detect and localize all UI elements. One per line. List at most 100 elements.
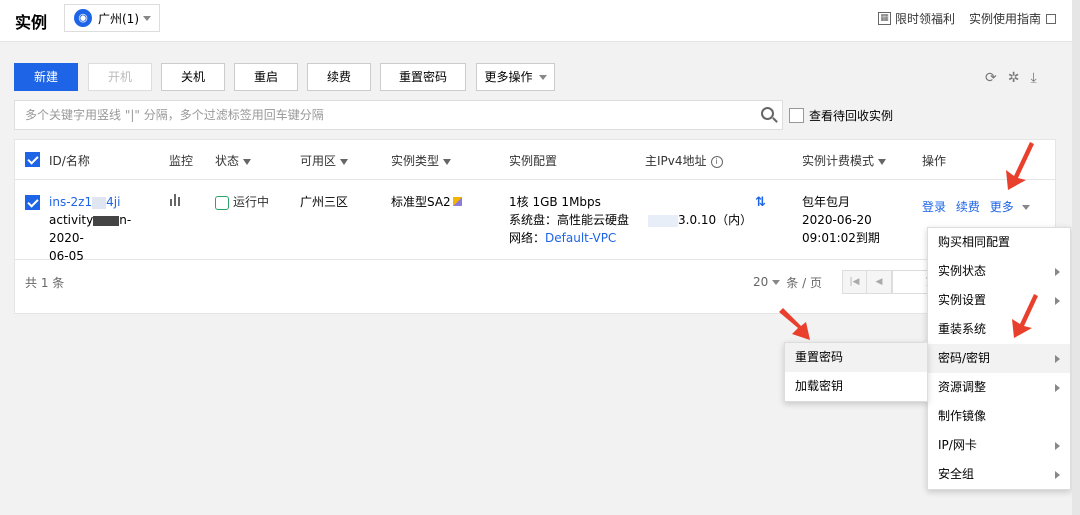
pagination: 20 条 / 页 |◀ ◀ 1 bbox=[753, 270, 942, 294]
guide-link[interactable]: 实例使用指南 bbox=[969, 10, 1041, 27]
type-text: 标准型SA2 bbox=[391, 195, 451, 209]
instance-id-tail[interactable]: 4ji bbox=[106, 195, 120, 209]
password-submenu: 重置密码 加载密钥 bbox=[784, 342, 928, 402]
annotation-arrow-icon bbox=[779, 308, 810, 340]
col-billing[interactable]: 实例计费模式 bbox=[802, 152, 887, 169]
menu-item-label: 制作镜像 bbox=[938, 409, 987, 423]
chevron-down-icon bbox=[538, 75, 547, 80]
billing-date: 2020-06-20 bbox=[802, 213, 872, 227]
filter-icon[interactable] bbox=[878, 158, 887, 165]
shutdown-button[interactable]: 关机 bbox=[161, 63, 225, 91]
col-id: ID/名称 bbox=[49, 154, 90, 168]
external-link-icon bbox=[1046, 13, 1056, 24]
menu-item-create-image[interactable]: 制作镜像 bbox=[928, 402, 1070, 431]
promo-link[interactable]: 限时领福利 bbox=[895, 10, 955, 27]
table-tools: ⟳ ✲ ⤓ bbox=[985, 70, 1037, 86]
annotation-arrow-icon bbox=[1006, 142, 1034, 190]
more-actions-button[interactable]: 更多操作 bbox=[476, 63, 555, 91]
instance-name-start: activity bbox=[49, 213, 94, 227]
menu-item-resource-adjust[interactable]: 资源调整 bbox=[928, 373, 1070, 402]
status-cell: 运行中 bbox=[215, 193, 269, 211]
filter-icon[interactable] bbox=[243, 158, 252, 165]
recycle-checkbox[interactable] bbox=[789, 108, 804, 123]
total-count: 共 1 条 bbox=[25, 276, 65, 290]
more-link[interactable]: 更多 bbox=[990, 200, 1014, 214]
settings-icon[interactable]: ✲ bbox=[1008, 70, 1020, 86]
page-title: 实例 bbox=[15, 13, 48, 32]
menu-item-label: 安全组 bbox=[938, 467, 975, 481]
page-size-select[interactable]: 20 bbox=[753, 275, 781, 289]
submenu-item-label: 加载密钥 bbox=[795, 379, 844, 393]
globe-icon: ◉ bbox=[74, 9, 92, 27]
ops-cell: 登录 续费 更多 bbox=[922, 198, 1030, 216]
restart-button[interactable]: 重启 bbox=[234, 63, 298, 91]
refresh-icon[interactable]: ⟳ bbox=[985, 70, 997, 86]
ip-action-icon[interactable]: ⇅ bbox=[755, 195, 766, 210]
chevron-down-icon bbox=[143, 16, 151, 21]
info-icon[interactable]: i bbox=[710, 155, 723, 168]
reset-password-button[interactable]: 重置密码 bbox=[380, 63, 466, 91]
filter-icon[interactable] bbox=[443, 158, 452, 165]
renew-link[interactable]: 续费 bbox=[956, 200, 980, 214]
zone-cell: 广州三区 bbox=[300, 195, 349, 209]
status-text: 运行中 bbox=[233, 195, 270, 209]
submenu-item-label: 重置密码 bbox=[795, 350, 844, 364]
chevron-right-icon bbox=[1055, 297, 1060, 305]
start-button[interactable]: 开机 bbox=[88, 63, 152, 91]
col-status-label: 状态 bbox=[215, 154, 240, 168]
vpc-link[interactable]: Default-VPC bbox=[545, 231, 616, 245]
search-box bbox=[14, 100, 783, 130]
submenu-item-reset-password[interactable]: 重置密码 bbox=[785, 343, 927, 372]
recycle-label: 查看待回收实例 bbox=[809, 109, 894, 123]
table-header: ID/名称 监控 状态 可用区 实例类型 实例配置 主IPv4地址 i 实例计费模… bbox=[15, 140, 1055, 180]
instance-table: ID/名称 监控 状态 可用区 实例类型 实例配置 主IPv4地址 i 实例计费模… bbox=[14, 139, 1056, 314]
redacted-mark bbox=[92, 196, 107, 209]
col-type[interactable]: 实例类型 bbox=[391, 152, 452, 169]
recycle-filter[interactable]: 查看待回收实例 bbox=[789, 107, 893, 124]
login-link[interactable]: 登录 bbox=[922, 200, 946, 214]
renew-button[interactable]: 续费 bbox=[307, 63, 371, 91]
top-bar: 实例 ◉ 广州(1) ▦ 限时领福利 实例使用指南 bbox=[0, 0, 1080, 42]
config-net-label: 网络： bbox=[509, 231, 546, 245]
menu-item-ip-nic[interactable]: IP/网卡 bbox=[928, 431, 1070, 460]
menu-item-label: 重装系统 bbox=[938, 322, 987, 336]
menu-item-instance-status[interactable]: 实例状态 bbox=[928, 257, 1070, 286]
instance-id-cell: ins-2z1 4ji activity n-2020- 06-05 bbox=[49, 193, 164, 265]
menu-item-reinstall[interactable]: 重装系统 bbox=[928, 315, 1070, 344]
menu-item-label: 购买相同配置 bbox=[938, 235, 1011, 249]
select-all-checkbox[interactable] bbox=[25, 152, 40, 167]
row-checkbox[interactable] bbox=[25, 195, 40, 210]
monitor-chart-icon[interactable] bbox=[170, 194, 180, 206]
col-billing-label: 实例计费模式 bbox=[802, 154, 875, 168]
col-status[interactable]: 状态 bbox=[215, 152, 252, 169]
first-page-button[interactable]: |◀ bbox=[841, 270, 867, 294]
annotation-arrow-icon bbox=[1012, 294, 1038, 338]
menu-item-label: IP/网卡 bbox=[938, 438, 977, 452]
ip-cell: 3.0.10（内） bbox=[648, 211, 752, 229]
region-selector[interactable]: ◉ 广州(1) bbox=[64, 4, 160, 32]
instance-id-link[interactable]: ins-2z1 bbox=[49, 195, 92, 209]
col-zone[interactable]: 可用区 bbox=[300, 152, 349, 169]
search-input[interactable] bbox=[15, 101, 745, 129]
col-zone-label: 可用区 bbox=[300, 154, 337, 168]
prev-page-button[interactable]: ◀ bbox=[866, 270, 892, 294]
more-actions-label: 更多操作 bbox=[484, 70, 533, 84]
chevron-down-icon[interactable] bbox=[1021, 205, 1030, 210]
col-type-label: 实例类型 bbox=[391, 154, 440, 168]
submenu-item-load-key[interactable]: 加载密钥 bbox=[785, 372, 927, 401]
chevron-right-icon bbox=[1055, 471, 1060, 479]
menu-item-security-group[interactable]: 安全组 bbox=[928, 460, 1070, 489]
menu-item-buy-same[interactable]: 购买相同配置 bbox=[928, 228, 1070, 257]
instance-type-badge-icon bbox=[452, 197, 462, 206]
create-button[interactable]: 新建 bbox=[14, 63, 78, 91]
menu-item-label: 实例状态 bbox=[938, 264, 987, 278]
menu-item-instance-settings[interactable]: 实例设置 bbox=[928, 286, 1070, 315]
qr-icon: ▦ bbox=[877, 12, 891, 25]
filter-icon[interactable] bbox=[340, 158, 349, 165]
running-status-icon bbox=[215, 195, 229, 210]
col-ops: 操作 bbox=[922, 154, 947, 168]
redacted-mark bbox=[93, 215, 120, 226]
download-icon[interactable]: ⤓ bbox=[1030, 70, 1036, 86]
menu-item-password-key[interactable]: 密码/密钥 bbox=[928, 344, 1070, 373]
search-icon[interactable] bbox=[761, 107, 774, 120]
